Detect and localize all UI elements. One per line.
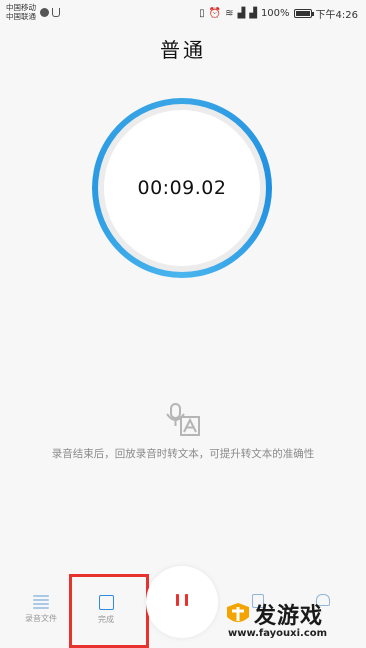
transcribe-hint: 录音结束后，回放录音时转文本，可提升转文本的准确性 — [51, 448, 315, 460]
recordings-button[interactable]: 录音文件 — [20, 595, 62, 624]
carrier-info: 中国移动 中国联通 — [6, 3, 36, 21]
carrier-2: 中国联通 — [6, 12, 36, 21]
signal-icon: ▟ — [237, 8, 246, 19]
transcribe-icon — [166, 403, 200, 436]
watermark-logo: 发游戏 — [224, 598, 323, 630]
signal-icon-2: ▟ — [249, 8, 257, 19]
pause-record-button[interactable] — [146, 566, 218, 638]
status-bar: 中国移动 中国联通 ▯ ⏰ ≋ ▟ ▟ 100% 下午4:26 — [0, 0, 366, 26]
watermark: 发游戏 www.fayouxi.com — [222, 598, 362, 648]
done-button[interactable]: 完成 — [85, 595, 127, 625]
watermark-name: 发游戏 — [254, 604, 324, 629]
clock: 下午4:26 — [315, 10, 358, 21]
pause-icon — [176, 594, 188, 606]
status-right: ▯ ⏰ ≋ ▟ ▟ 100% 下午4:26 — [199, 6, 358, 21]
app-notification-icon — [52, 8, 60, 17]
recordings-label: 录音文件 — [25, 614, 57, 623]
alarm-icon: ⏰ — [208, 8, 222, 19]
carrier-1: 中国移动 — [6, 3, 36, 12]
done-label: 完成 — [98, 615, 114, 624]
timer-ring: 00:09.02 — [92, 98, 272, 278]
vibrate-icon: ▯ — [199, 8, 205, 19]
battery-icon — [293, 9, 314, 18]
list-icon — [33, 595, 49, 609]
page-title: 普通 — [160, 38, 206, 62]
notification-icons — [40, 8, 60, 17]
wifi-icon: ≋ — [225, 8, 234, 19]
timer-display: 00:09.02 — [104, 110, 260, 266]
battery-percent: 100% — [260, 8, 290, 19]
watermark-url: www.fayouxi.com — [228, 628, 328, 639]
notification-icon — [40, 8, 49, 17]
watermark-badge-icon — [227, 603, 249, 622]
stop-icon — [98, 595, 114, 610]
elapsed-time: 00:09.02 — [137, 177, 227, 199]
